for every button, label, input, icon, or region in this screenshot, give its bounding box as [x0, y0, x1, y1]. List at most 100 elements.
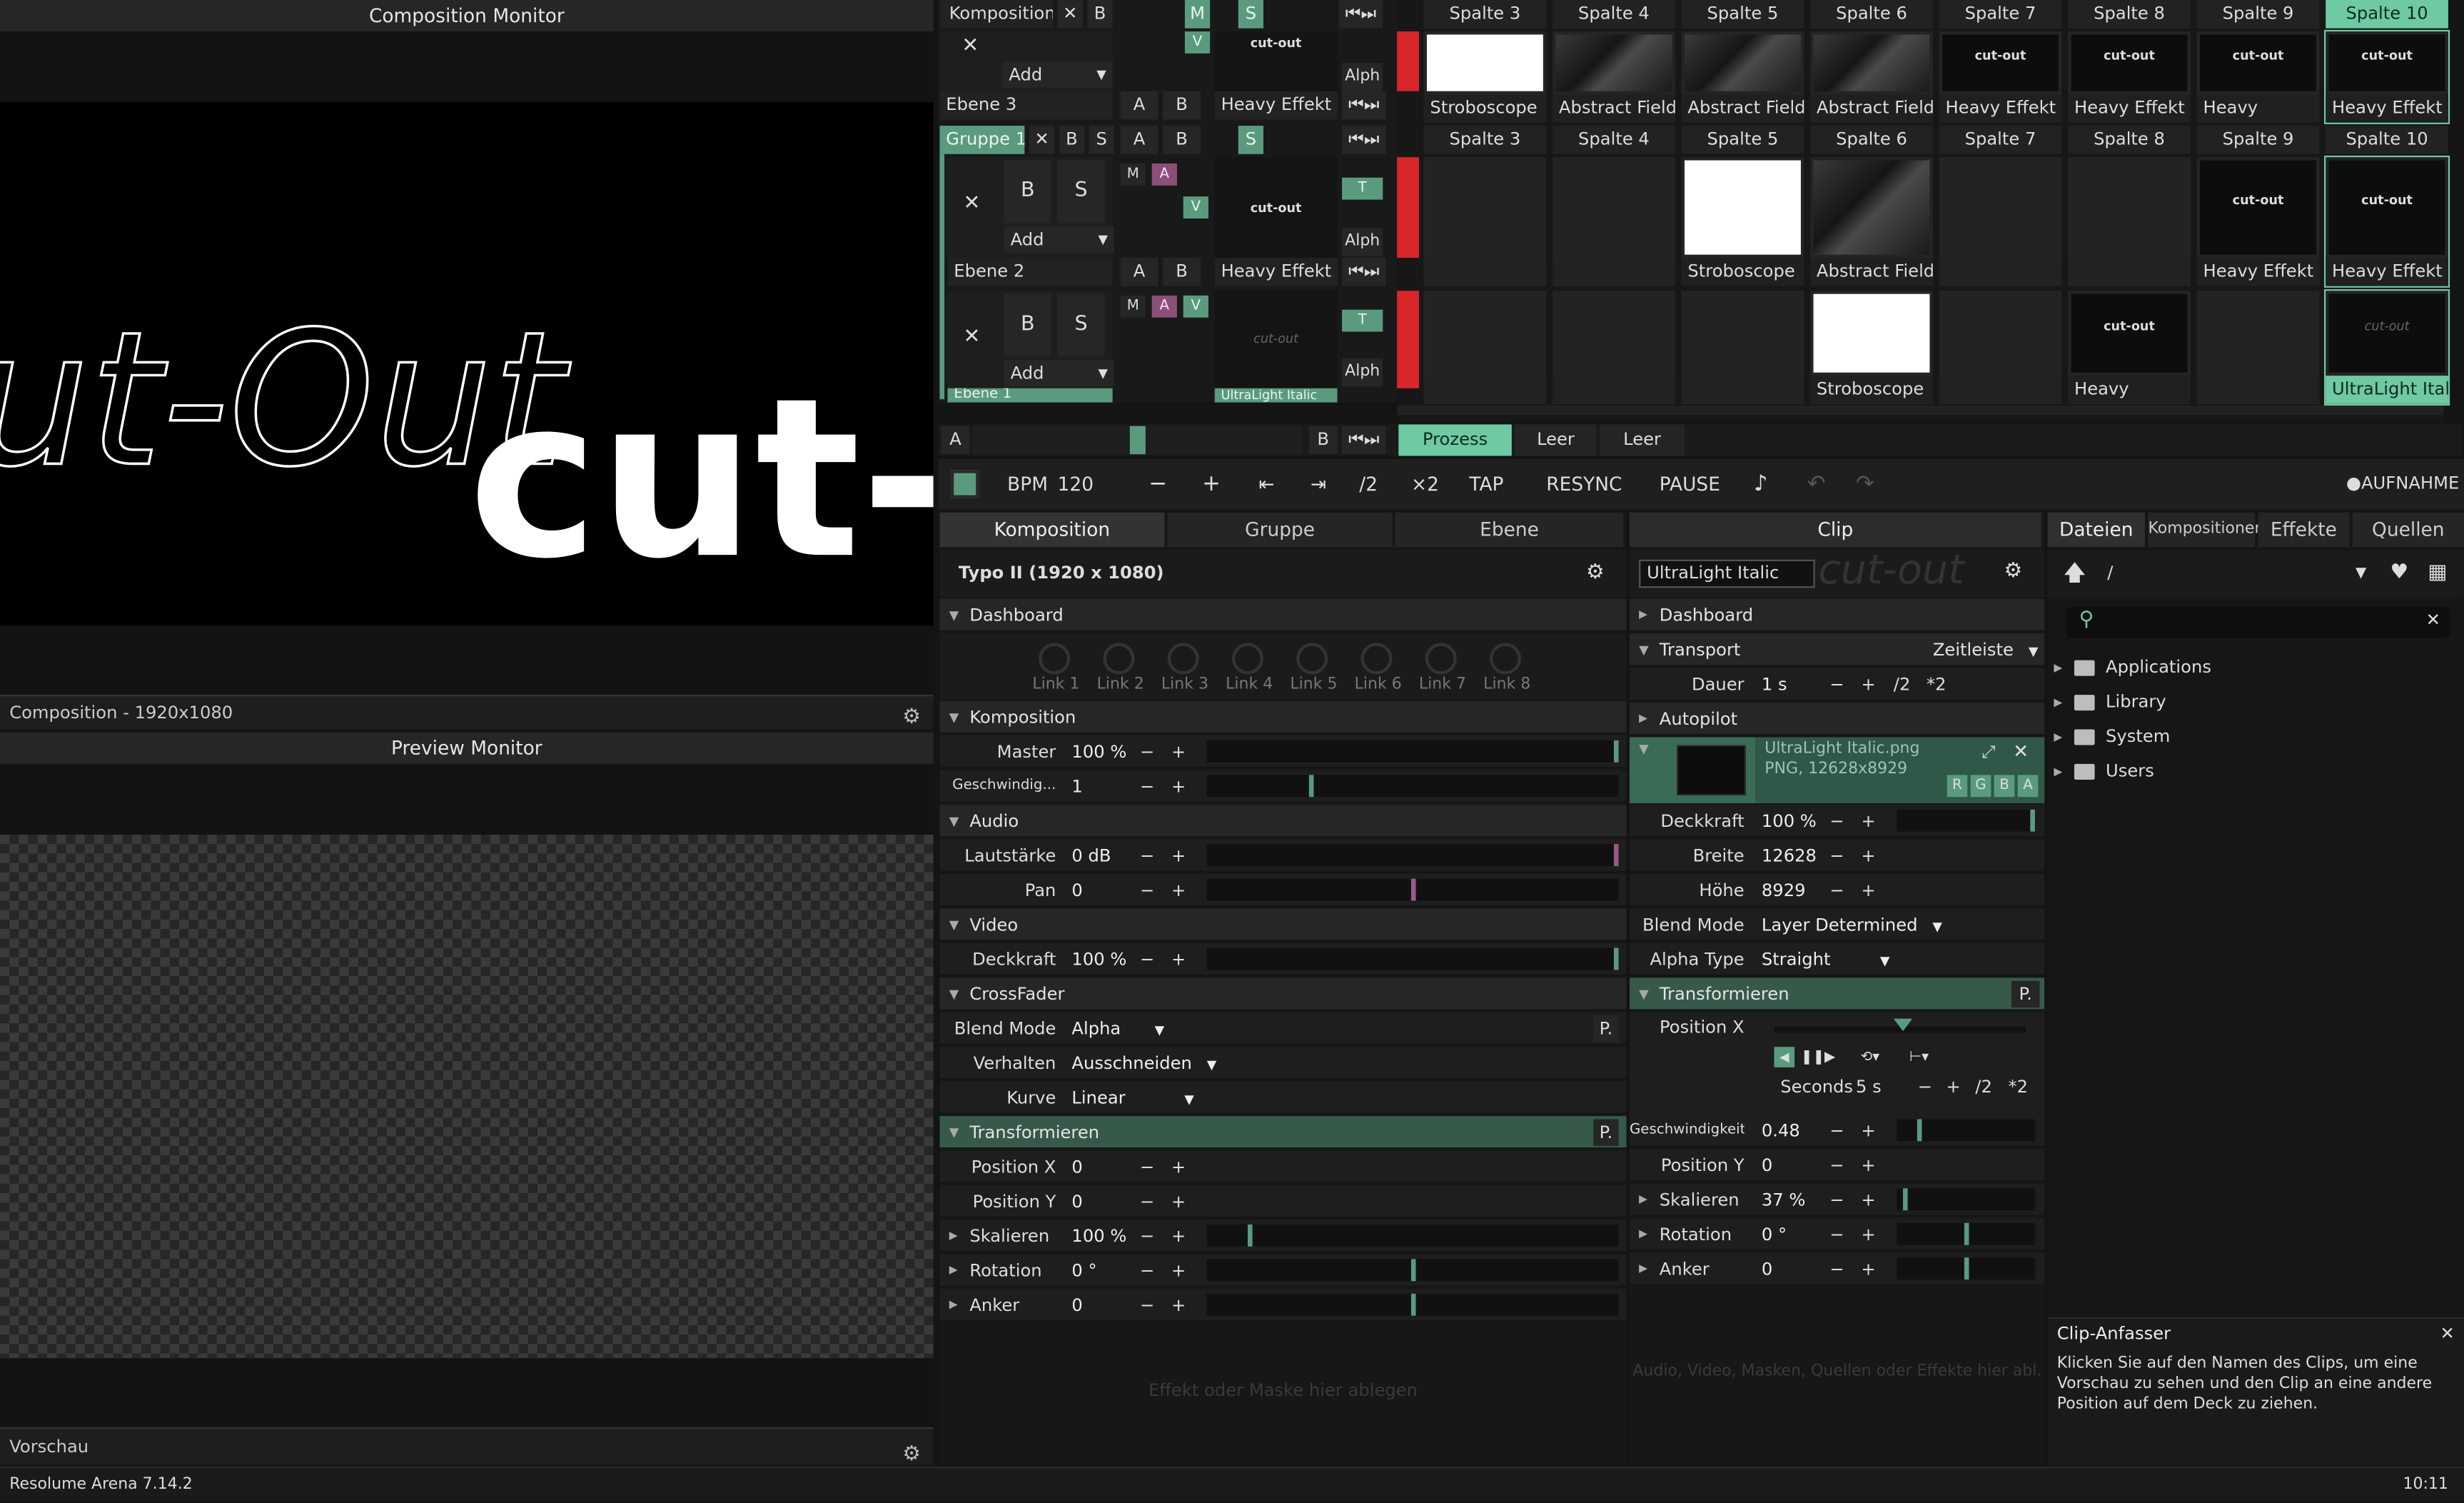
- layer1-clear-icon[interactable]: ✕: [964, 326, 981, 349]
- anchor-plus-button[interactable]: +: [1169, 1289, 1188, 1322]
- layer1-bypass-button[interactable]: B: [1004, 293, 1051, 357]
- layer1-clip-thumb[interactable]: cut-out: [1214, 291, 1338, 388]
- master-minus-button[interactable]: −: [1138, 735, 1156, 768]
- clip-scale-value[interactable]: 37 %: [1762, 1184, 1806, 1217]
- loop-icon[interactable]: ⟲▾: [1861, 1047, 1880, 1069]
- duration-plus-button[interactable]: +: [1859, 668, 1877, 701]
- composition-gear-icon[interactable]: ⚙: [902, 701, 921, 735]
- caret-right-icon[interactable]: ▶: [2054, 720, 2062, 754]
- layer2-a-button[interactable]: A: [1120, 258, 1158, 286]
- clip-slot[interactable]: Stroboscope: [1810, 291, 1933, 404]
- clip-anchor-minus-button[interactable]: −: [1827, 1253, 1846, 1286]
- play-forward-icon[interactable]: ▶: [1824, 1047, 1835, 1069]
- crossfader-b-button[interactable]: B: [1308, 426, 1338, 455]
- clip-section-transform[interactable]: ▼ Transformieren P.: [1629, 977, 2045, 1011]
- clip-drop-hint[interactable]: Audio, Video, Masken, Quellen oder Effek…: [1632, 1363, 2041, 1380]
- anchor-slider[interactable]: [1206, 1293, 1619, 1316]
- clip-speed-plus-button[interactable]: +: [1859, 1115, 1877, 1147]
- layer2-t-button[interactable]: T: [1342, 177, 1383, 200]
- layer1-t-button[interactable]: T: [1342, 309, 1383, 332]
- group-b-button[interactable]: B: [1163, 126, 1201, 154]
- column-header[interactable]: Spalte 6: [1810, 0, 1933, 29]
- group-skip-buttons[interactable]: ⏮⏭: [1342, 126, 1386, 154]
- blend-mode-dropdown[interactable]: Alpha ▼: [1071, 1012, 1164, 1047]
- section-video[interactable]: ▼ Video: [939, 908, 1627, 942]
- clip-transform-param-button[interactable]: P.: [2011, 980, 2040, 1008]
- clip-rotation-minus-button[interactable]: −: [1827, 1218, 1846, 1251]
- bpm-value[interactable]: 120: [1058, 459, 1094, 509]
- caret-down-icon[interactable]: ▼: [1639, 742, 1649, 756]
- caret-right-icon[interactable]: ▶: [2054, 755, 2062, 789]
- layer2-clip-thumb[interactable]: cut-out: [1214, 157, 1338, 258]
- grid-view-icon[interactable]: ▦: [2428, 551, 2447, 598]
- beat-indicator[interactable]: [950, 470, 979, 498]
- clip-section-dashboard[interactable]: ▶ Dashboard: [1629, 598, 2045, 633]
- bpm-plus-button[interactable]: +: [1202, 459, 1221, 509]
- column-header[interactable]: Spalte 8: [2068, 0, 2191, 29]
- volume-plus-button[interactable]: +: [1169, 840, 1188, 873]
- direction-icon[interactable]: ⊢▾: [1909, 1047, 1929, 1069]
- clip-anchor-value[interactable]: 0: [1762, 1253, 1772, 1286]
- clip-slot[interactable]: [2068, 157, 2191, 286]
- clip-height-plus-button[interactable]: +: [1859, 874, 1877, 907]
- deck-skip-buttons[interactable]: ⏮⏭: [1342, 426, 1386, 455]
- folder-item[interactable]: ▶ System: [2048, 720, 2464, 754]
- speed-value[interactable]: 1: [1071, 770, 1082, 803]
- chevron-down-icon[interactable]: ▼: [2356, 551, 2366, 598]
- rotation-slider[interactable]: [1206, 1259, 1619, 1282]
- layer2-solo-button[interactable]: S: [1057, 160, 1105, 223]
- layer3-alpha-button[interactable]: Alph: [1342, 63, 1383, 91]
- clip-slot[interactable]: [1939, 291, 2062, 404]
- effect-drop-hint[interactable]: Effekt oder Maske hier ablegen: [939, 1380, 1626, 1401]
- clip-position-y-minus-button[interactable]: −: [1827, 1149, 1846, 1182]
- clip-slot[interactable]: cut-out Heavy Effekt: [2068, 31, 2191, 123]
- caret-right-icon[interactable]: ▶: [949, 1220, 958, 1252]
- deck-tab-leer-1[interactable]: Leer: [1515, 424, 1597, 456]
- folder-item[interactable]: ▶ Library: [2048, 685, 2464, 720]
- clip-slot[interactable]: Stroboscope: [1423, 31, 1547, 123]
- clip-anchor-slider[interactable]: [1897, 1257, 2035, 1280]
- layer2-a-magenta-button[interactable]: A: [1151, 163, 1177, 186]
- channel-g-toggle[interactable]: G: [1970, 775, 1991, 798]
- column-header[interactable]: Spalte 4: [1552, 126, 1675, 154]
- curve-dropdown[interactable]: Linear ▼: [1071, 1082, 1193, 1116]
- clip-position-y-plus-button[interactable]: +: [1859, 1149, 1877, 1182]
- layer1-a-magenta-button[interactable]: A: [1151, 295, 1177, 318]
- position-y-plus-button[interactable]: +: [1169, 1185, 1188, 1218]
- layer3-add-dropdown[interactable]: Add ▼: [1002, 61, 1113, 89]
- clip-speed-slider[interactable]: [1897, 1119, 2035, 1142]
- bpm-minus-button[interactable]: −: [1148, 459, 1167, 509]
- clip-slot[interactable]: [1681, 291, 1804, 404]
- clip-name-field[interactable]: UltraLight Italic: [1639, 559, 1815, 588]
- resync-button[interactable]: RESYNC: [1546, 459, 1622, 509]
- clip-slot[interactable]: Stroboscope: [1681, 157, 1804, 286]
- composition-settings-gear-icon[interactable]: ⚙: [1586, 551, 1605, 598]
- layer2-b-button[interactable]: B: [1163, 258, 1201, 286]
- bpm-double-button[interactable]: ×2: [1411, 459, 1439, 509]
- section-crossfader[interactable]: ▼ CrossFader: [939, 977, 1627, 1011]
- layer2-m-button[interactable]: M: [1120, 163, 1146, 186]
- layer1-alpha-button[interactable]: Alph: [1342, 358, 1383, 387]
- clip-speed-value[interactable]: 0.48: [1762, 1115, 1800, 1147]
- speed-slider[interactable]: [1206, 775, 1619, 798]
- anchor-minus-button[interactable]: −: [1138, 1289, 1156, 1322]
- clip-slot[interactable]: Abstract Field: [1810, 31, 1933, 123]
- column-header[interactable]: Spalte 5: [1681, 0, 1804, 29]
- link-knob[interactable]: [1425, 643, 1457, 675]
- tab-gruppe[interactable]: Gruppe: [1167, 512, 1393, 548]
- column-header[interactable]: Spalte 7: [1939, 0, 2062, 29]
- clip-slot[interactable]: cut-out Heavy Effekt: [2324, 155, 2450, 288]
- layer1-v-button[interactable]: V: [1183, 295, 1208, 318]
- caret-right-icon[interactable]: ▶: [949, 1289, 958, 1322]
- crossfader-handle[interactable]: [1129, 426, 1146, 455]
- undo-icon[interactable]: ↶: [1807, 459, 1826, 509]
- composition-name[interactable]: Typo II (1920 x 1080): [959, 563, 1164, 583]
- favorite-heart-icon[interactable]: ♥: [2390, 551, 2408, 598]
- section-audio[interactable]: ▼ Audio: [939, 805, 1627, 838]
- link-knob[interactable]: [1039, 643, 1071, 675]
- pause-icon[interactable]: ❚❚: [1801, 1047, 1824, 1069]
- layer3-v-button[interactable]: V: [1184, 31, 1211, 54]
- speed-minus-button[interactable]: −: [1138, 770, 1156, 803]
- section-transform[interactable]: ▼ Transformieren P.: [939, 1116, 1627, 1150]
- pan-value[interactable]: 0: [1071, 874, 1082, 907]
